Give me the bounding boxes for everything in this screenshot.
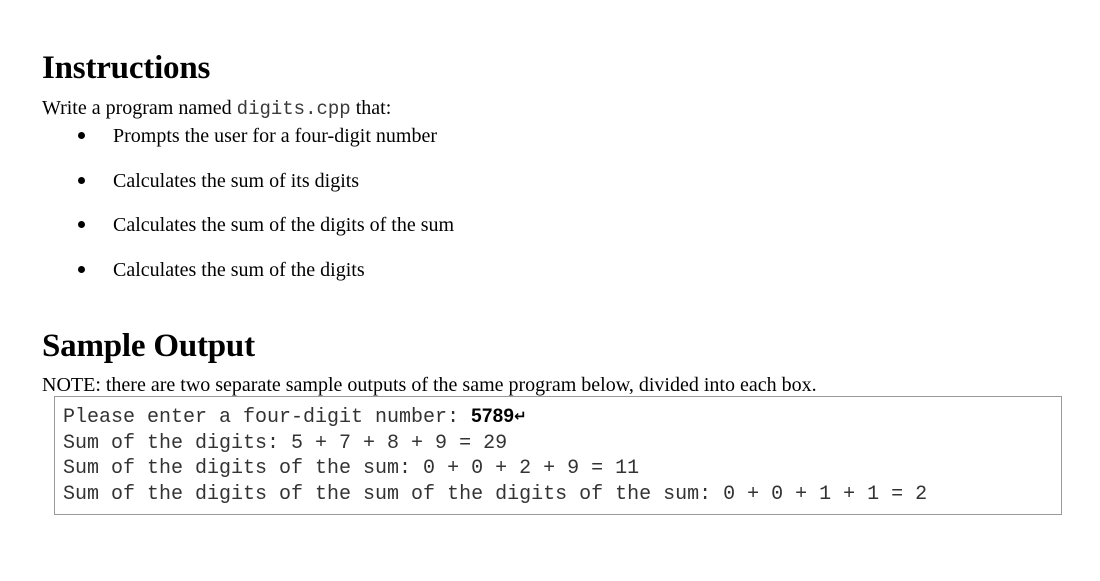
- inline-code-filename: digits.cpp: [236, 98, 351, 120]
- code-line-sum-of-sum-of-sum: Sum of the digits of the sum of the digi…: [63, 482, 928, 506]
- page-title-instructions: Instructions: [42, 50, 211, 87]
- list-item-label: Calculates the sum of the digits: [113, 258, 365, 281]
- section-title-sample-output: Sample Output: [42, 328, 255, 365]
- intro-text-before: Write a program named: [42, 97, 237, 119]
- code-line-prompt: Please enter a four-digit number: 5789↵: [63, 404, 1061, 431]
- assignment-document: Instructions Write a program named digit…: [0, 0, 1100, 581]
- intro-paragraph: Write a program named digits.cpp that:: [42, 96, 391, 121]
- bullet-point-icon: [78, 221, 85, 228]
- list-item-label: Prompts the user for a four-digit number: [113, 125, 437, 147]
- bullet-point-icon: [78, 132, 85, 139]
- sample-output-note: NOTE: there are two separate sample outp…: [42, 374, 817, 396]
- intro-text-after: that:: [350, 97, 392, 119]
- list-item-label: Calculates the sum of its digits: [113, 169, 360, 192]
- return-key-icon: ↵: [514, 407, 527, 425]
- user-typed-value: 5789: [471, 406, 515, 427]
- code-line-sum-of-sum: Sum of the digits of the sum: 0 + 0 + 2 …: [63, 457, 640, 480]
- bullet-point-icon: [78, 176, 85, 184]
- sample-output-box: Please enter a four-digit number: 5789↵ …: [54, 396, 1062, 515]
- code-line-sum-digits: Sum of the digits: 5 + 7 + 8 + 9 = 29: [63, 431, 508, 455]
- list-item-label: Calculates the sum of the digits of the …: [113, 214, 455, 236]
- bullet-point-icon: [78, 265, 85, 273]
- sample-output-code-block: Please enter a four-digit number: 5789↵ …: [63, 404, 1061, 507]
- prompt-text: Please enter a four-digit number:: [63, 406, 472, 429]
